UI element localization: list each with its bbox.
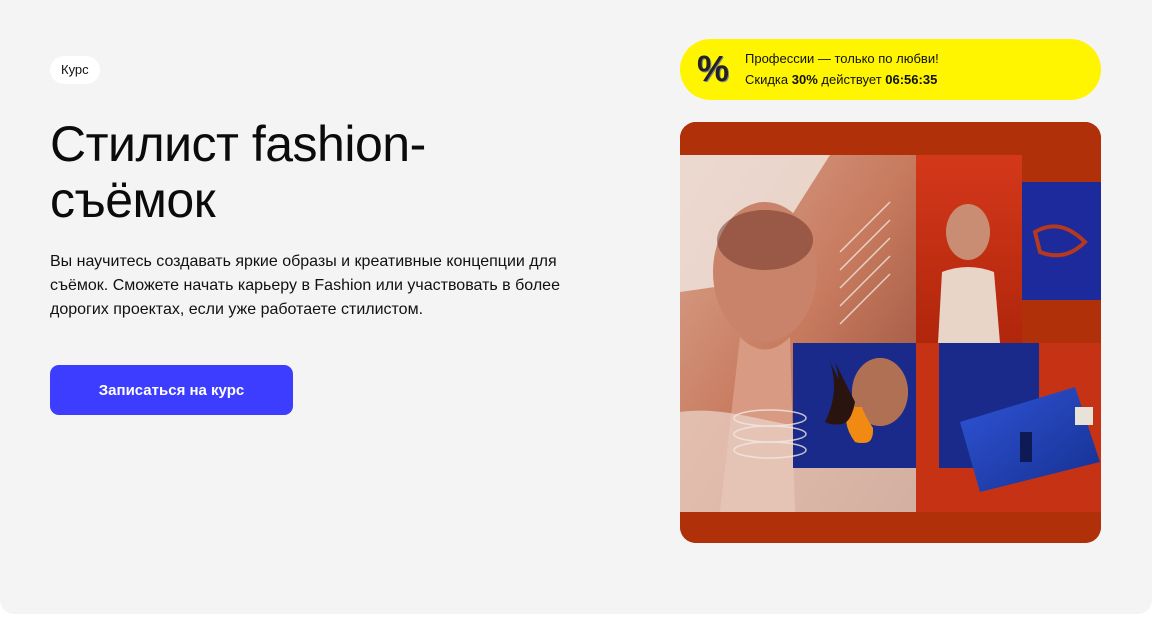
percent-icon: % [696, 48, 729, 89]
promo-discount-value: 30% [791, 72, 818, 87]
promo-headline: Профессии — только по любви! [745, 51, 939, 66]
collage-illustration [680, 122, 1101, 543]
promo-banner[interactable]: % Профессии — только по любви! Скидка 30… [680, 39, 1101, 100]
promo-discount-middle: действует [817, 72, 886, 87]
blue-jewelry-panel [1022, 182, 1101, 300]
course-badge: Курс [50, 56, 100, 84]
promo-discount-prefix: Скидка [745, 72, 792, 87]
promo-timer: 06:56:35 [885, 72, 938, 87]
page-title: Стилист fashion-съёмок [50, 116, 426, 228]
course-hero-card: Курс Стилист fashion-съёмок Вы научитесь… [0, 0, 1152, 614]
course-description: Вы научитесь создавать яркие образы и кр… [50, 253, 560, 318]
promo-discount-line: Скидка 30% действует 06:56:35 [745, 72, 937, 88]
enroll-button[interactable]: Записаться на курс [50, 365, 293, 415]
course-collage-image [680, 122, 1101, 543]
